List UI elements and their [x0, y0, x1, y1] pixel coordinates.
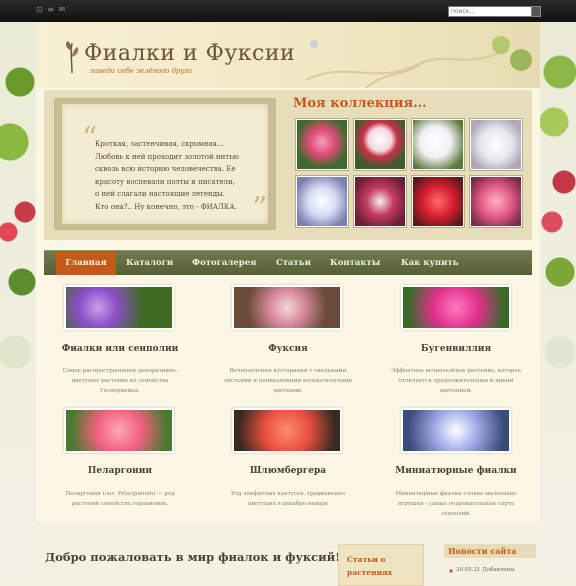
- card-description: Пеларгония (лат. Pelargonium) — род раст…: [50, 489, 190, 509]
- collection-title: Моя коллекция...: [293, 96, 427, 111]
- search-input[interactable]: [448, 6, 534, 17]
- news-item[interactable]: 30.05.21 Добавлены: [456, 567, 515, 573]
- nav-item-how-to-buy[interactable]: Как купить: [401, 251, 458, 275]
- card-description: Самое распространенное декоративно- цвет…: [50, 366, 190, 396]
- card-desc-line: отличается продолжительным и ярким: [398, 378, 514, 384]
- nav-item-home[interactable]: Главная: [56, 251, 116, 275]
- card-image-schlumbergera[interactable]: [232, 408, 342, 453]
- logo-flower-icon: [65, 41, 79, 73]
- card-title[interactable]: Фуксия: [204, 344, 372, 354]
- gallery-thumb[interactable]: [411, 175, 465, 228]
- gallery-thumb[interactable]: [411, 118, 465, 171]
- gallery-thumb[interactable]: [295, 118, 349, 171]
- card-description: Вечнозеленые кустарники с овальными лист…: [218, 366, 358, 396]
- card-title[interactable]: Миниатюрные фиалки: [372, 466, 540, 476]
- quote-line: Кроткая, застенчивая, скромная...: [95, 140, 224, 148]
- site-tagline: заведи себе зелёного друга: [90, 67, 193, 75]
- hero-section: “ Кроткая, застенчивая, скромная... Любо…: [44, 90, 532, 240]
- card-description: Миниатюрные фиалки словно маленькие игру…: [386, 489, 526, 519]
- quote-text: Кроткая, застенчивая, скромная... Любовь…: [95, 138, 263, 214]
- quote-note: “ Кроткая, застенчивая, скромная... Любо…: [62, 104, 268, 224]
- card-desc-line: Род эпифитных кактусов, традиционно: [231, 491, 345, 497]
- card-title[interactable]: Фиалки или сенполии: [36, 344, 204, 354]
- card-desc-line: сенполий.: [441, 511, 471, 517]
- quote-close-icon: ”: [252, 191, 268, 226]
- articles-box: Статьи о растениях: [338, 544, 424, 586]
- main-navigation: Главная Каталоги Фотогалерея Статьи Конт…: [44, 250, 532, 275]
- card-desc-line: игрушки - самые очаровательные сорта: [397, 501, 515, 507]
- card-image-pelargonium[interactable]: [64, 408, 174, 453]
- card-desc-line: растений семейства гераниевых.: [71, 501, 169, 507]
- card-image-fuchsia[interactable]: [232, 285, 342, 330]
- card-desc-line: Эффектное вечнозелёное растение, которое: [391, 368, 521, 374]
- gallery-thumb[interactable]: [295, 175, 349, 228]
- news-title: Новости сайта: [444, 544, 536, 558]
- articles-link[interactable]: Статьи о растениях: [347, 553, 415, 579]
- card-title[interactable]: Бугенвиллия: [372, 344, 540, 354]
- quote-line: о ней слагали настоящие легенды.: [95, 190, 225, 199]
- card-image-mini-violets[interactable]: [401, 408, 511, 453]
- collection-gallery: [295, 118, 523, 228]
- gallery-thumb[interactable]: [469, 175, 523, 228]
- gallery-thumb[interactable]: [353, 118, 407, 171]
- news-box: Новости сайта 30.05.21 Добавлены: [442, 544, 536, 584]
- card-desc-line: Миниатюрные фиалки словно маленькие: [395, 491, 517, 497]
- card-description: Род эпифитных кактусов, традиционно цвет…: [218, 489, 358, 509]
- top-bar: ⊡ ≡ ✉: [0, 0, 576, 22]
- card-image-violets[interactable]: [64, 285, 174, 330]
- card-desc-line: цветением.: [439, 388, 473, 394]
- card-desc-line: Вечнозеленые кустарники с овальными: [229, 368, 347, 374]
- card-desc-line: цветущих в декабре-январе: [247, 501, 329, 507]
- nav-item-articles[interactable]: Статьи: [276, 251, 311, 275]
- nav-item-catalogs[interactable]: Каталоги: [126, 251, 173, 275]
- quote-line: сквозь всю историю человечества. Ее: [95, 165, 236, 174]
- card-desc-line: листьями и поникающими колокольчатыми: [223, 378, 353, 384]
- right-flower-decoration: [540, 22, 576, 576]
- gallery-thumb[interactable]: [469, 118, 523, 171]
- card-desc-line: Пеларгония (лат. Pelargonium) — род: [65, 491, 175, 497]
- nav-item-contacts[interactable]: Контакты: [330, 251, 380, 275]
- quote-line: Кто она?.. Ну конечно, это - ФИАЛКА.: [95, 202, 237, 211]
- header: Фиалки и Фуксии заведи себе зелёного дру…: [36, 22, 540, 88]
- card-title[interactable]: Пеларгонии: [36, 466, 204, 476]
- card-description: Эффектное вечнозелёное растение, которое…: [386, 366, 526, 396]
- card-desc-line: Геснериевых.: [100, 388, 140, 394]
- quote-line: красоту воспевали поэты и писатели,: [95, 177, 235, 186]
- quote-frame: “ Кроткая, застенчивая, скромная... Любо…: [54, 98, 276, 230]
- bullet-icon: [449, 569, 453, 573]
- card-title[interactable]: Шлюмбергера: [204, 466, 372, 476]
- left-flower-decoration: [0, 22, 40, 576]
- card-desc-line: цветущее растение из семейства: [71, 378, 169, 384]
- site-title[interactable]: Фиалки и Фуксии: [84, 41, 295, 66]
- gallery-thumb[interactable]: [353, 175, 407, 228]
- quote-line: Любовь к ней проходит золотой нитью: [95, 152, 240, 161]
- header-swirl-decoration: [306, 36, 532, 88]
- card-desc-line: цветками.: [273, 388, 303, 394]
- card-image-bougainvillea[interactable]: [401, 285, 511, 330]
- search-icon[interactable]: [531, 6, 541, 17]
- top-icons[interactable]: ⊡ ≡ ✉: [36, 5, 66, 14]
- nav-item-gallery[interactable]: Фотогалерея: [192, 251, 256, 275]
- card-desc-line: Самое распространенное декоративно-: [62, 368, 178, 374]
- welcome-heading: Добро пожаловать в мир фиалок и фуксий!: [45, 550, 341, 564]
